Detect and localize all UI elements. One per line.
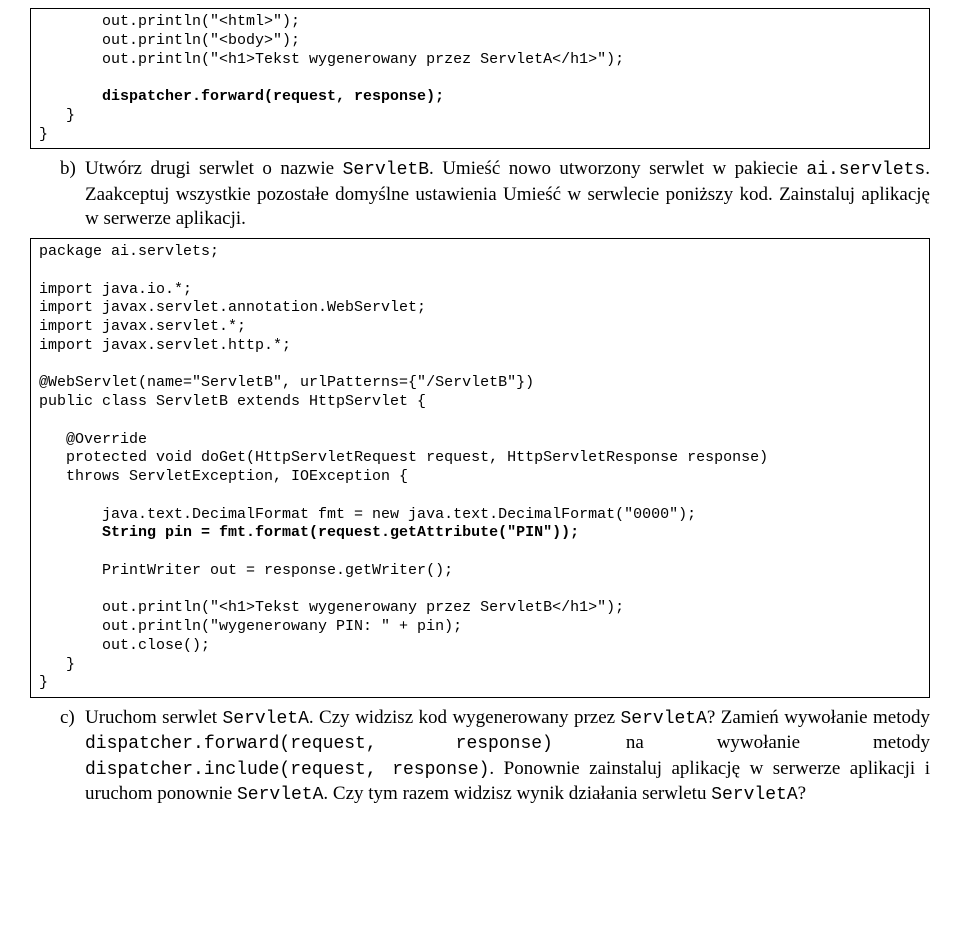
code-line: java.text.DecimalFormat fmt = new java.t… (39, 506, 696, 523)
code-line-bold: String pin = fmt.format(request.getAttri… (39, 524, 579, 541)
text: ? Zamień wywołanie metody (707, 707, 930, 728)
code-line-bold: dispatcher.forward(request, response); (39, 88, 444, 105)
code-line: out.println("<body>"); (39, 32, 300, 49)
text: na wywołanie metody (553, 732, 930, 753)
code-line: out.println("<html>"); (39, 13, 300, 30)
text: . Czy tym razem widzisz wynik działania … (323, 783, 711, 804)
code-line: @WebServlet(name="ServletB", urlPatterns… (39, 374, 534, 391)
code-line: import javax.servlet.*; (39, 318, 246, 335)
text: . Umieść nowo utworzony serwlet w pakiec… (429, 158, 806, 179)
text: ? (798, 783, 806, 804)
code-line: out.println("<h1>Tekst wygenerowany prze… (39, 51, 624, 68)
code-line: import javax.servlet.annotation.WebServl… (39, 299, 426, 316)
inline-code: ServletB (343, 160, 429, 180)
inline-code: ServletA (222, 709, 308, 729)
code-line: } (39, 126, 48, 143)
code-line: protected void doGet(HttpServletRequest … (39, 449, 768, 466)
inline-code: dispatcher.include(request, response) (85, 760, 489, 780)
code-line: @Override (39, 431, 147, 448)
code-line: import javax.servlet.http.*; (39, 337, 291, 354)
code-line: out.println("<h1>Tekst wygenerowany prze… (39, 599, 624, 616)
code-line: import java.io.*; (39, 281, 192, 298)
text: Utwórz drugi serwlet o nazwie (85, 158, 343, 179)
list-marker: b) (60, 157, 85, 182)
code-line: } (39, 656, 75, 673)
code-line: out.println("wygenerowany PIN: " + pin); (39, 618, 462, 635)
code-block-2: package ai.servlets; import java.io.*; i… (30, 238, 930, 698)
code-line: public class ServletB extends HttpServle… (39, 393, 426, 410)
code-line: package ai.servlets; (39, 243, 219, 260)
code-line: PrintWriter out = response.getWriter(); (39, 562, 453, 579)
inline-code: ServletA (621, 709, 707, 729)
code-line: } (39, 107, 75, 124)
inline-code: ServletA (711, 785, 797, 805)
inline-code: ai.servlets (806, 160, 925, 180)
text: . Czy widzisz kod wygenerowany przez (309, 707, 621, 728)
inline-code: ServletA (237, 785, 323, 805)
list-item-c: c)Uruchom serwlet ServletA. Czy widzisz … (85, 706, 930, 808)
code-line: out.close(); (39, 637, 210, 654)
code-block-1: out.println("<html>"); out.println("<bod… (30, 8, 930, 149)
text: Uruchom serwlet (85, 707, 222, 728)
code-line: } (39, 674, 48, 691)
inline-code: dispatcher.forward(request, response) (85, 734, 553, 754)
list-marker: c) (60, 706, 85, 731)
list-item-b: b)Utwórz drugi serwlet o nazwie ServletB… (85, 157, 930, 232)
code-line: throws ServletException, IOException { (39, 468, 408, 485)
document-page: out.println("<html>"); out.println("<bod… (0, 0, 960, 844)
